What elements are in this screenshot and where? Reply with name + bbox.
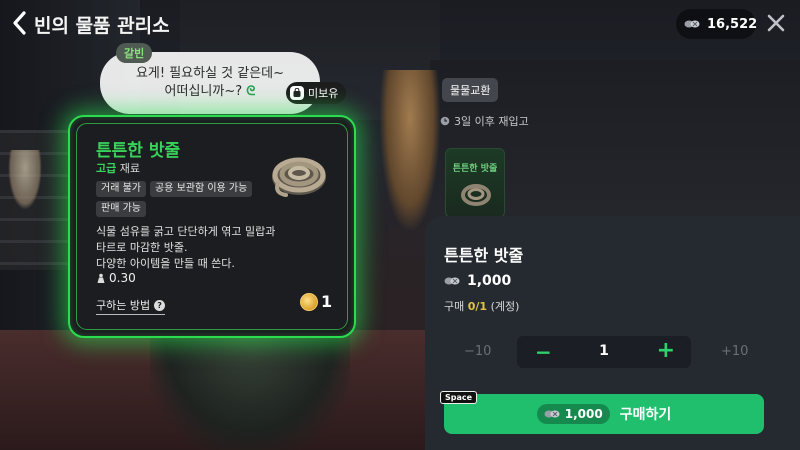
weight-icon — [96, 273, 106, 284]
item-grade-row: 고급 재료 — [96, 160, 140, 176]
ownership-badge: 미보유 — [286, 82, 347, 104]
minus-10-button[interactable]: −10 — [464, 344, 491, 359]
item-tag: 거래 불가 — [96, 181, 146, 197]
item-weight-value: 0.30 — [109, 271, 136, 285]
chevron-left-icon — [13, 11, 26, 35]
item-description-line: 식물 섬유를 굵고 단단하게 엮고 밀랍과 — [96, 225, 276, 238]
purchase-price: 1,000 — [444, 273, 511, 289]
owned-count-value: 1 — [321, 292, 333, 311]
help-icon: ? — [154, 299, 166, 311]
bag-icon — [290, 86, 304, 100]
purchase-panel: 튼튼한 밧줄 1,000 구매 0/1 (계정) −10 − 1 + +10 1… — [425, 216, 800, 450]
tab-barter[interactable]: 물물교환 — [442, 78, 499, 102]
rope-item-image — [266, 147, 332, 201]
hotkey-badge: Space — [440, 391, 478, 404]
page-title: 빈의 물품 관리소 — [34, 15, 170, 37]
item-detail-card: 튼튼한 밧줄 고급 재료 거래 불가 공용 보관함 이용 가능 판매 가능 식물… — [68, 115, 356, 338]
buy-button-label: 구매하기 — [619, 407, 672, 423]
speech-line-1: 요게! 필요하실 것 같은데~ — [135, 66, 285, 81]
back-button[interactable] — [10, 10, 30, 36]
coin-icon — [444, 276, 460, 286]
purchase-limit-prefix: 구매 — [444, 300, 468, 313]
restock-text: 3일 이후 재입고 — [454, 115, 529, 128]
quantity-selector: −10 − 1 + +10 — [444, 336, 784, 368]
item-name: 튼튼한 밧줄 — [96, 141, 181, 161]
speaker-name: 갈빈 — [116, 43, 153, 63]
buy-button-price: 1,000 — [536, 404, 610, 424]
item-grade: 고급 — [96, 162, 117, 175]
increment-button[interactable]: + — [657, 338, 675, 363]
purchase-price-value: 1,000 — [467, 273, 512, 289]
quantity-stepper: − 1 + — [517, 336, 691, 368]
owned-count: 1 — [300, 292, 332, 311]
purchase-item-name: 튼튼한 밧줄 — [444, 246, 524, 265]
item-description-line: 다양한 아이템을 만들 때 쓴다. — [96, 257, 235, 270]
coin-icon — [544, 409, 560, 419]
how-to-obtain-label: 구하는 방법 — [96, 299, 151, 312]
item-description-line: 타르로 마감한 밧줄. — [96, 241, 188, 254]
plus-10-button[interactable]: +10 — [721, 344, 748, 359]
ownership-badge-label: 미보유 — [308, 87, 339, 100]
item-tags: 거래 불가 공용 보관함 이용 가능 판매 가능 — [96, 181, 286, 217]
background-horse-statue — [380, 70, 440, 230]
purchase-limit-value: 0/1 — [467, 300, 488, 313]
item-weight: 0.30 — [96, 271, 136, 285]
currency-display: 16,522 — [676, 9, 758, 39]
background-lamp — [8, 150, 42, 210]
item-tag: 공용 보관함 이용 가능 — [149, 181, 253, 197]
buy-button[interactable]: 1,000 구매하기 — [444, 394, 764, 434]
shop-item-slot[interactable]: 튼튼한 밧줄 — [445, 148, 505, 218]
purchase-limit: 구매 0/1 (계정) — [444, 298, 519, 314]
swirl-glyph: ᘓ — [246, 84, 256, 99]
coin-icon — [684, 19, 700, 29]
rope-item-thumbnail — [461, 184, 491, 206]
how-to-obtain-link[interactable]: 구하는 방법 ? — [96, 297, 166, 315]
shop-item-slot-name: 튼튼한 밧줄 — [452, 164, 498, 174]
clock-icon — [440, 116, 450, 126]
gold-coin-icon — [300, 292, 318, 311]
item-tag: 판매 가능 — [96, 201, 146, 217]
buy-button-price-value: 1,000 — [564, 407, 603, 421]
speech-line-2: 어떠십니까~? — [164, 84, 243, 99]
item-description: 식물 섬유를 굵고 단단하게 엮고 밀랍과 타르로 마감한 밧줄. 다양한 아이… — [96, 224, 336, 272]
restock-info: 3일 이후 재입고 — [440, 113, 529, 129]
item-type: 재료 — [119, 162, 140, 175]
currency-value: 16,522 — [707, 16, 758, 32]
purchase-limit-suffix: (계정) — [487, 300, 520, 313]
close-button[interactable] — [766, 13, 786, 33]
close-icon — [767, 14, 785, 32]
